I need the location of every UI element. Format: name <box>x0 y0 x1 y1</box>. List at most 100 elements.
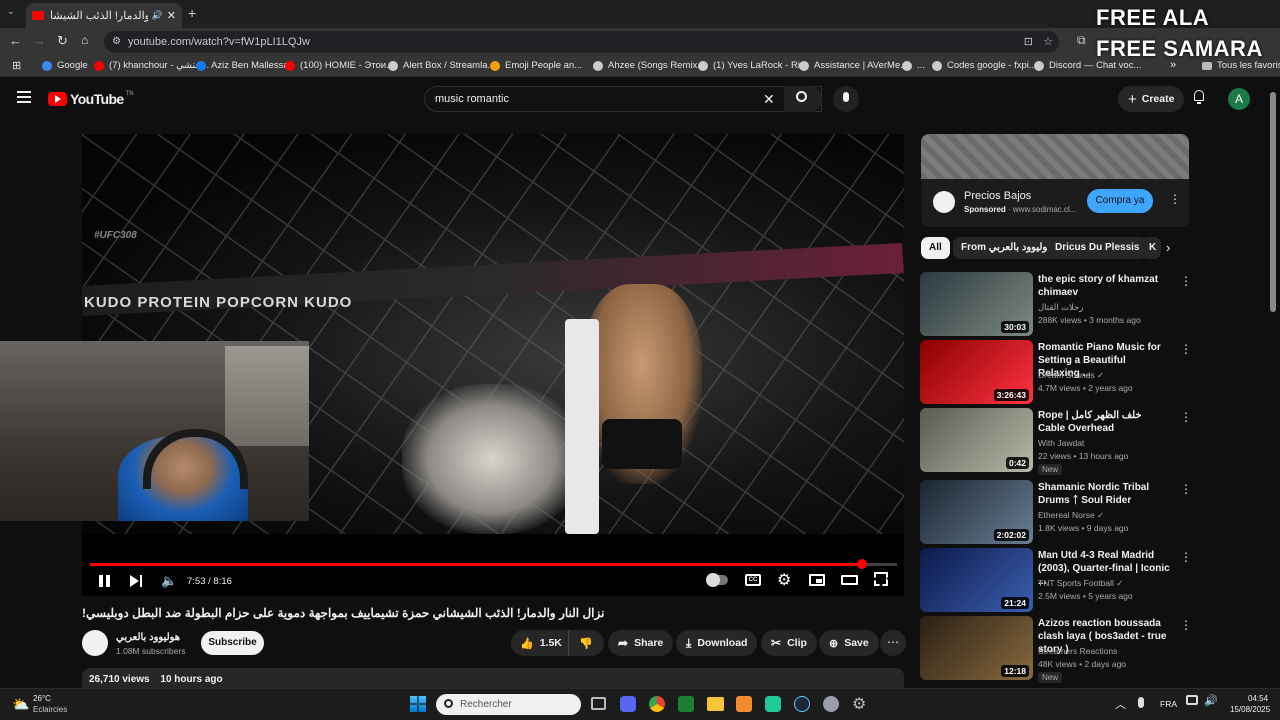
filter-chip[interactable]: From هوليوود بالعربي <box>953 237 1061 259</box>
subscribe-button[interactable]: Subscribe <box>201 631 264 655</box>
file-explorer-icon[interactable] <box>707 697 724 711</box>
settings-app-icon[interactable]: ⚙ <box>852 694 866 714</box>
bookmark-item[interactable]: Google <box>42 60 88 71</box>
settings-gear-icon[interactable]: ⚙ <box>777 570 791 590</box>
bookmark-item[interactable]: Alert Box / Streamla... <box>388 60 495 71</box>
channel-name[interactable]: With Jawdat <box>1038 438 1084 448</box>
theater-mode-icon[interactable] <box>841 575 858 585</box>
clock-date[interactable]: 15/08/2025 <box>1230 705 1270 714</box>
volume-icon[interactable]: 🔈 <box>161 573 177 589</box>
ad-cta-button[interactable]: Compra ya <box>1087 189 1153 213</box>
clip-button[interactable]: ✂ Clip <box>761 630 817 656</box>
video-more-icon[interactable]: ⋮ <box>1180 342 1192 356</box>
home-icon[interactable]: ⌂ <box>81 33 88 47</box>
install-app-icon[interactable]: ⊡ <box>1024 31 1033 53</box>
recommended-video[interactable]: 12:18 Azizos reaction boussada clash laya… <box>920 616 1192 683</box>
app-icon-teal[interactable] <box>765 696 781 712</box>
save-button[interactable]: ⊕ Save <box>819 630 879 656</box>
chips-next-icon[interactable]: › <box>1166 240 1170 255</box>
filter-chip[interactable]: All <box>921 237 950 259</box>
steam-app-icon[interactable] <box>794 696 810 712</box>
create-button[interactable]: + Create <box>1118 86 1185 112</box>
avatar[interactable]: A <box>1228 88 1250 110</box>
video-title[interactable]: the epic story of khamzat chimaev <box>1038 273 1170 299</box>
start-windows-icon[interactable] <box>410 696 426 712</box>
channel-name[interactable]: رحلات القتال <box>1038 302 1083 313</box>
reload-icon[interactable]: ↻ <box>57 33 68 49</box>
back-icon[interactable]: ← <box>9 33 22 48</box>
bookmark-item[interactable]: (7) khanchour - خنشي... <box>94 60 209 71</box>
more-actions-icon[interactable]: ⋯ <box>880 630 906 656</box>
weather-icon[interactable]: ⛅ <box>12 696 29 713</box>
menu-icon[interactable] <box>17 91 31 103</box>
progress-bar[interactable] <box>90 563 897 566</box>
channel-name[interactable]: Streamers Reactions <box>1038 646 1117 656</box>
video-thumbnail[interactable]: 3:26:43 <box>920 340 1033 404</box>
browser-tab[interactable]: نزال النار والدمار! الذئب الشيشا 🔊 ✕ <box>26 3 182 28</box>
app-icon-gray[interactable] <box>823 696 839 712</box>
channel-name[interactable]: Ethereal Norse ✓ <box>1038 510 1104 521</box>
task-view-icon[interactable] <box>591 697 606 710</box>
progress-scrubber[interactable] <box>857 559 867 569</box>
video-more-icon[interactable]: ⋮ <box>1180 274 1192 288</box>
video-more-icon[interactable]: ⋮ <box>1180 550 1192 564</box>
site-info-icon[interactable]: ⚙ <box>112 31 121 53</box>
bookmark-item[interactable]: (100) HOMIE - Этои... <box>285 60 394 71</box>
fullscreen-icon[interactable] <box>874 572 888 586</box>
pause-button[interactable] <box>98 574 112 588</box>
network-icon[interactable] <box>1186 695 1198 705</box>
bookmark-item[interactable]: Codes google - fxpi... <box>932 60 1037 71</box>
address-bar[interactable]: ⚙ youtube.com/watch?v=fW1pLI1LQJw ⊡ ☆ <box>104 31 1059 53</box>
app-icon-green[interactable] <box>678 696 694 712</box>
recommended-video[interactable]: 21:24 Man Utd 4-3 Real Madrid (2003), Qua… <box>920 548 1192 612</box>
recommended-video[interactable]: 2:02:02 Shamanic Nordic Tribal Drums ᛏ So… <box>920 480 1192 544</box>
captions-icon[interactable]: CC <box>745 574 761 586</box>
forward-icon[interactable]: → <box>33 33 46 48</box>
notifications-bell-icon[interactable] <box>1192 90 1206 104</box>
channel-avatar[interactable] <box>82 630 108 656</box>
sponsored-ad[interactable]: Precios Bajos Sponsored · www.sodimac.cl… <box>921 134 1189 227</box>
clock-time[interactable]: 04:54 <box>1248 694 1268 703</box>
language-indicator[interactable]: FRA <box>1160 699 1177 709</box>
video-thumbnail[interactable]: 21:24 <box>920 548 1033 612</box>
bookmark-item[interactable]: Assistance | AVerMe... <box>799 60 908 71</box>
video-more-icon[interactable]: ⋮ <box>1180 410 1192 424</box>
ad-more-icon[interactable]: ⋮ <box>1169 192 1181 206</box>
recommended-video[interactable]: 30:03 the epic story of khamzat chimaev رح… <box>920 272 1192 336</box>
bookmark-item[interactable]: Aziz Ben Mallessa <box>196 60 289 71</box>
speaker-icon[interactable]: 🔊 <box>1204 694 1218 707</box>
video-title[interactable]: Rope | خلف الظهر كامل Cable Overhead <box>1038 409 1170 435</box>
recommended-video[interactable]: 3:26:43 Romantic Piano Music for Setting … <box>920 340 1192 404</box>
new-tab-icon[interactable]: + <box>188 5 196 21</box>
autoplay-toggle[interactable] <box>706 573 728 587</box>
chrome-app-icon[interactable] <box>649 696 665 712</box>
tray-mic-icon[interactable] <box>1138 697 1144 708</box>
extensions-icon[interactable]: ⧉ <box>1077 33 1086 48</box>
like-button[interactable]: 👍 1.5K <box>511 630 569 656</box>
download-button[interactable]: ⤓ Download <box>676 630 758 656</box>
tab-audio-icon[interactable]: 🔊 <box>152 10 163 21</box>
video-title[interactable]: Shamanic Nordic Tribal Drums ᛏ Soul Ride… <box>1038 481 1170 507</box>
discord-app-icon[interactable] <box>620 696 636 712</box>
video-thumbnail[interactable]: 2:02:02 <box>920 480 1033 544</box>
filter-chip[interactable]: Dricus Du Plessis <box>1047 237 1148 259</box>
video-more-icon[interactable]: ⋮ <box>1180 482 1192 496</box>
share-button[interactable]: ➦ Share <box>608 630 674 656</box>
video-thumbnail[interactable]: 30:03 <box>920 272 1033 336</box>
tray-chevron-icon[interactable]: ︿ <box>1115 696 1126 712</box>
voice-search-button[interactable] <box>833 86 859 112</box>
search-button[interactable] <box>784 86 822 112</box>
channel-name[interactable]: هوليوود بالعربي <box>116 632 180 643</box>
page-scrollbar[interactable] <box>1270 92 1276 312</box>
bookmark-star-icon[interactable]: ☆ <box>1043 31 1053 53</box>
bookmark-item[interactable]: Ahzee (Songs Remix... <box>593 60 705 71</box>
channel-name[interactable]: Dream Sounds ✓ <box>1038 370 1104 381</box>
bookmark-item[interactable]: (1) Yves LaRock - Ri... <box>698 60 808 71</box>
next-button[interactable] <box>130 575 144 587</box>
channel-name[interactable]: TNT Sports Football ✓ <box>1038 578 1123 589</box>
app-icon-orange[interactable] <box>736 696 752 712</box>
recommended-video[interactable]: 0:42 Rope | خلف الظهر كامل Cable Overhead… <box>920 408 1192 475</box>
description-box[interactable]: 26,710 views 10 hours ago <box>82 668 904 688</box>
tab-list-chevron-icon[interactable]: ⌄ <box>7 6 19 20</box>
video-more-icon[interactable]: ⋮ <box>1180 618 1192 632</box>
